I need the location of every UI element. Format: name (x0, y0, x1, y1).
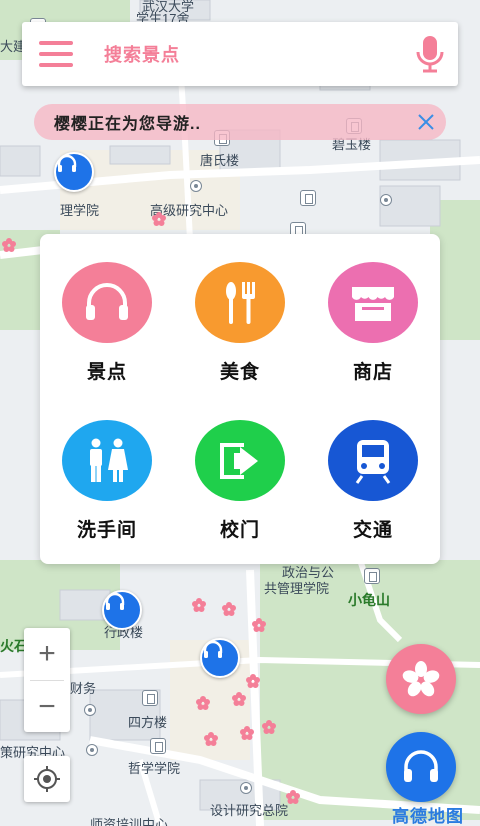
category-scenic[interactable]: 景点 (42, 234, 172, 384)
hamburger-line (39, 41, 73, 45)
cherry-blossom-icon (246, 674, 260, 688)
category-gate[interactable]: 校门 (175, 392, 305, 542)
cherry-blossom-icon (252, 618, 266, 632)
search-input[interactable]: 搜索景点 (104, 41, 402, 67)
category-gate-circle (195, 420, 285, 501)
category-transport-circle (328, 420, 418, 501)
poi-dot-icon[interactable] (240, 782, 252, 794)
cherry-blossom-icon (152, 212, 166, 226)
zoom-in-button[interactable]: + (24, 628, 70, 680)
category-label: 洗手间 (76, 520, 137, 541)
guide-status-banner: 樱樱正在为您导游.. (34, 104, 446, 140)
guide-status-text: 樱樱正在为您导游.. (54, 116, 201, 133)
zoom-controls: + − (24, 628, 70, 732)
cherry-blossom-icon (204, 732, 218, 746)
poi-dot-icon[interactable] (86, 744, 98, 756)
map-label: 唐氏楼 (200, 153, 240, 168)
microphone-icon (416, 36, 444, 73)
map-label: 设计研究总院 (210, 803, 289, 818)
category-food-circle (195, 262, 285, 343)
poi-building-icon[interactable] (150, 738, 166, 754)
poi-building-icon[interactable] (300, 190, 316, 206)
cherry-blossom-icon (262, 720, 276, 734)
map-label: 小龟山 (348, 592, 390, 608)
menu-button[interactable] (28, 22, 84, 86)
category-restroom[interactable]: 洗手间 (42, 392, 172, 542)
hamburger-line (39, 52, 73, 56)
category-food[interactable]: 美食 (175, 234, 305, 384)
category-panel: 景点 美食 商店 洗手间 校门 交通 (40, 234, 440, 564)
cherry-blossom-icon (240, 726, 254, 740)
headphones-icon (105, 592, 125, 610)
search-bar[interactable]: 搜索景点 (22, 22, 458, 86)
locate-icon (34, 766, 60, 792)
poi-dot-icon[interactable] (190, 180, 202, 192)
headphones-icon (57, 154, 77, 172)
cherry-blossom-icon (2, 238, 16, 252)
category-shop[interactable]: 商店 (308, 234, 438, 384)
category-label: 交通 (352, 520, 393, 541)
audio-guide-marker[interactable] (102, 590, 142, 630)
category-transport[interactable]: 交通 (308, 392, 438, 542)
audio-guide-marker[interactable] (54, 152, 94, 192)
utensils-icon (226, 281, 255, 324)
map-label: 四方楼 (128, 715, 168, 730)
audio-guide-button[interactable] (386, 732, 456, 802)
headphones-icon (86, 282, 128, 320)
poi-dot-icon[interactable] (380, 194, 392, 206)
restroom-icon (90, 438, 128, 482)
map-label: 共管理学院 (264, 581, 330, 596)
voice-search-button[interactable] (402, 22, 458, 86)
category-restroom-circle (62, 420, 152, 501)
hamburger-line (39, 63, 73, 67)
audio-guide-marker[interactable] (200, 638, 240, 678)
close-banner-button[interactable] (406, 104, 446, 140)
map-label: 师资培训中心 (90, 817, 169, 826)
cherry-blossom-icon (196, 696, 210, 710)
cherry-blossom-icon (222, 602, 236, 616)
map-provider-logo: 高德地图 (392, 807, 464, 826)
locate-me-button[interactable] (24, 756, 70, 802)
exit-icon (220, 442, 258, 479)
poi-building-icon[interactable] (142, 690, 158, 706)
poi-building-icon[interactable] (364, 568, 380, 584)
train-icon (355, 439, 391, 484)
zoom-out-button[interactable]: − (24, 681, 70, 733)
category-label: 商店 (352, 362, 393, 383)
cherry-blossom-icon (192, 598, 206, 612)
cherry-blossom-icon (286, 790, 300, 804)
headphones-icon (203, 640, 223, 658)
close-icon (418, 114, 434, 130)
headphones-icon (404, 750, 438, 782)
map-label: 财务 (70, 681, 97, 696)
map-label: 哲学学院 (128, 761, 181, 776)
cherry-blossom-icon (402, 661, 440, 697)
category-label: 景点 (86, 362, 127, 383)
map-label: 理学院 (60, 203, 100, 218)
store-icon (352, 286, 394, 321)
category-label: 美食 (219, 362, 260, 383)
cherry-blossom-icon (232, 692, 246, 706)
poi-dot-icon[interactable] (84, 704, 96, 716)
sakura-button[interactable] (386, 644, 456, 714)
category-label: 校门 (219, 520, 260, 541)
category-shop-circle (328, 262, 418, 343)
category-scenic-circle (62, 262, 152, 343)
